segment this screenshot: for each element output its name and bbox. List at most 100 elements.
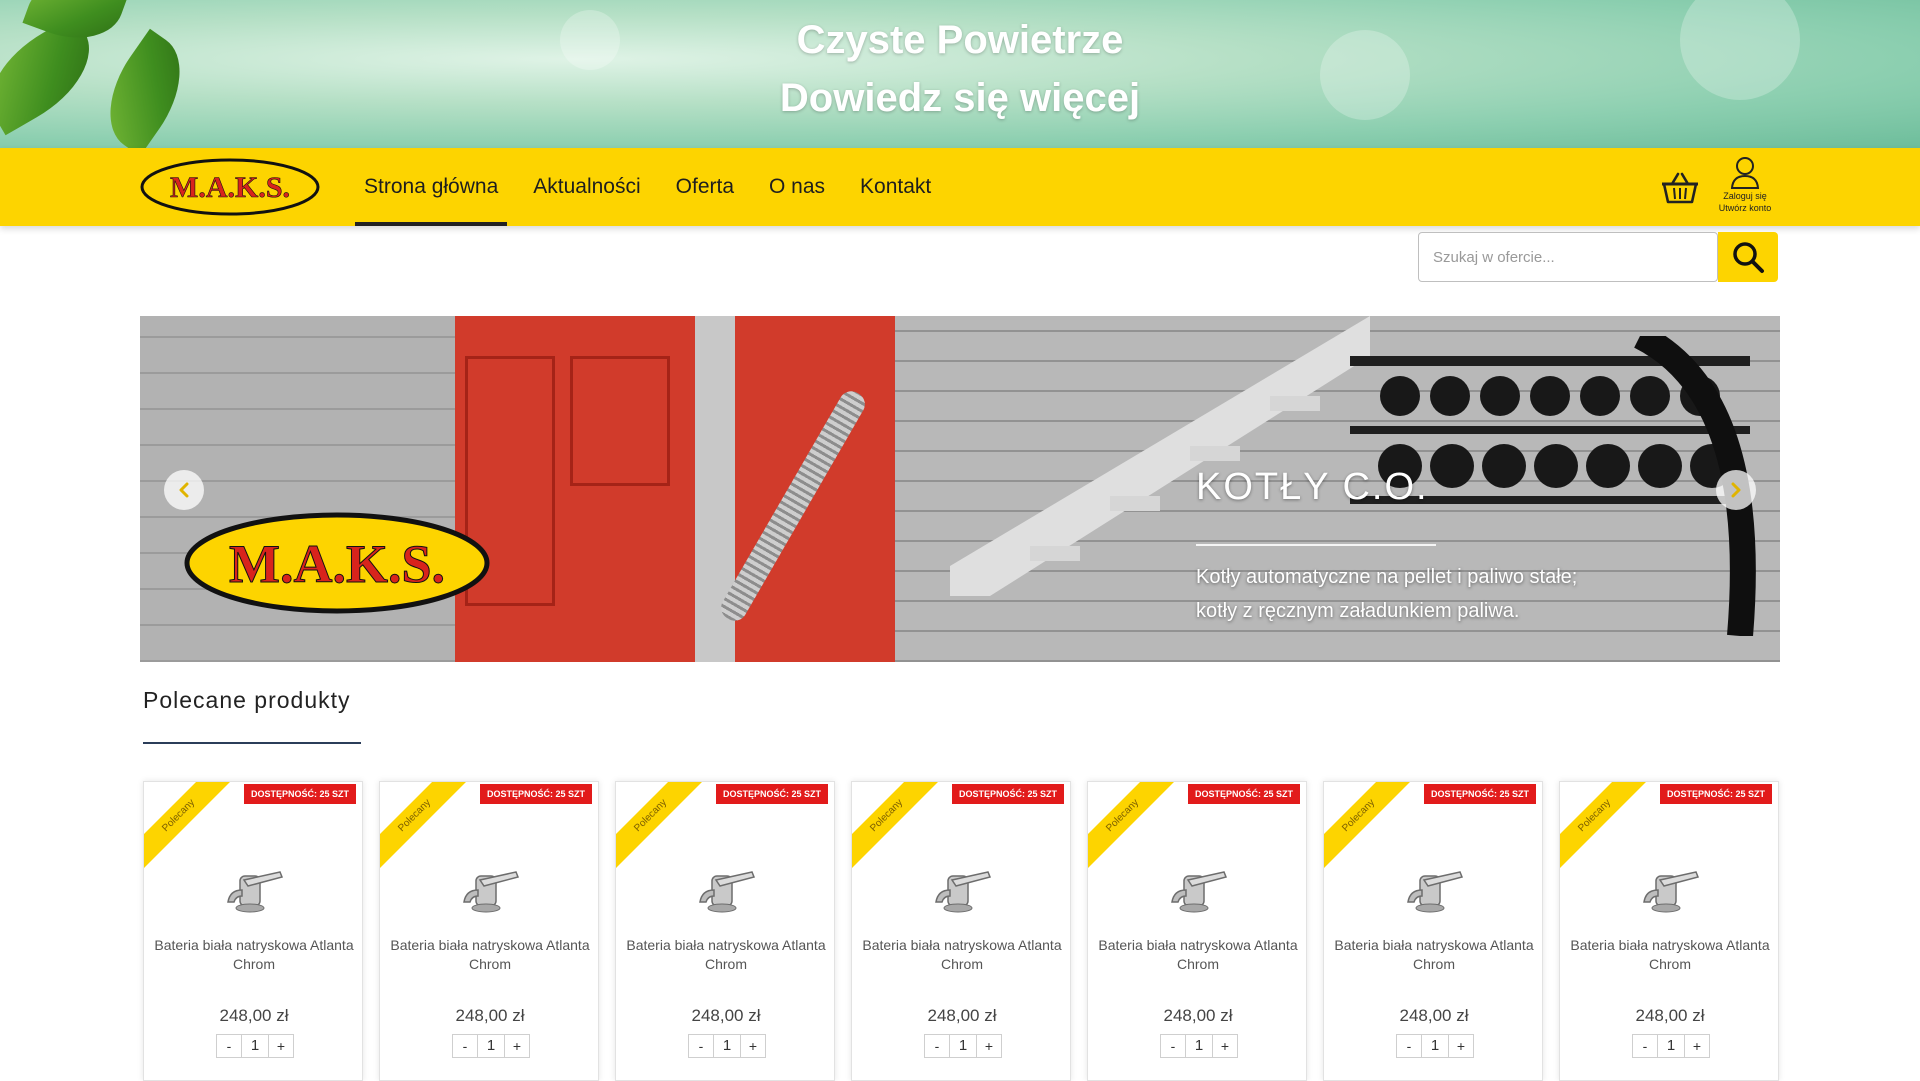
stock-badge: DOSTĘPNOŚĆ: 25 SZT bbox=[479, 784, 592, 804]
faucet-icon bbox=[1407, 871, 1464, 913]
product-name[interactable]: Bateria biała natryskowa Atlanta Chrom bbox=[1570, 936, 1770, 974]
account-menu[interactable]: Zaloguj się Utwórz konto bbox=[1710, 156, 1780, 220]
nav-label: Aktualności bbox=[533, 175, 641, 198]
qty-input[interactable]: 1 bbox=[478, 1034, 504, 1058]
product-image[interactable] bbox=[222, 868, 286, 916]
maks-hero-logo: M.A.K.S. bbox=[184, 512, 490, 614]
stock-badge: DOSTĘPNOŚĆ: 25 SZT bbox=[1187, 784, 1300, 804]
stock-badge: DOSTĘPNOŚĆ: 25 SZT bbox=[951, 784, 1064, 804]
qty-minus-button[interactable]: - bbox=[1396, 1034, 1422, 1058]
product-image[interactable] bbox=[458, 868, 522, 916]
qty-minus-button[interactable]: - bbox=[1160, 1034, 1186, 1058]
product-card[interactable]: Polecany DOSTĘPNOŚĆ: 25 SZT Bateria biała … bbox=[143, 781, 363, 1081]
product-price: 248,00 zł bbox=[1399, 1006, 1469, 1025]
nav-item-home[interactable]: Strona główna bbox=[355, 148, 508, 226]
product-price: 248,00 zł bbox=[455, 1006, 525, 1025]
login-link[interactable]: Zaloguj się bbox=[1710, 190, 1780, 202]
qty-minus-button[interactable]: - bbox=[1632, 1034, 1658, 1058]
user-icon bbox=[1730, 157, 1760, 189]
product-image[interactable] bbox=[694, 868, 758, 916]
hero-logo-text: M.A.K.S. bbox=[229, 534, 445, 594]
qty-plus-button[interactable]: + bbox=[1684, 1034, 1710, 1058]
product-card[interactable]: Polecany DOSTĘPNOŚĆ: 25 SZT Bateria biała … bbox=[1559, 781, 1779, 1081]
section-divider bbox=[143, 742, 361, 744]
shopping-basket-icon[interactable] bbox=[1660, 170, 1700, 206]
stock-badge: DOSTĘPNOŚĆ: 25 SZT bbox=[1659, 784, 1772, 804]
qty-plus-button[interactable]: + bbox=[504, 1034, 530, 1058]
search-input[interactable] bbox=[1418, 232, 1718, 282]
register-link[interactable]: Utwórz konto bbox=[1710, 202, 1780, 214]
faucet-icon bbox=[227, 871, 284, 913]
qty-plus-button[interactable]: + bbox=[740, 1034, 766, 1058]
nav-label: O nas bbox=[769, 175, 826, 198]
quantity-stepper: -1 + bbox=[924, 1034, 1002, 1058]
maks-logo[interactable]: M.A.K.S. bbox=[140, 158, 320, 216]
product-price: 248,00 zł bbox=[1635, 1006, 1705, 1025]
qty-input[interactable]: 1 bbox=[950, 1034, 976, 1058]
qty-minus-button[interactable]: - bbox=[452, 1034, 478, 1058]
product-name[interactable]: Bateria biała natryskowa Atlanta Chrom bbox=[1098, 936, 1298, 974]
qty-input[interactable]: 1 bbox=[242, 1034, 268, 1058]
qty-minus-button[interactable]: - bbox=[216, 1034, 242, 1058]
nav-label: Kontakt bbox=[860, 175, 932, 198]
product-name[interactable]: Bateria biała natryskowa Atlanta Chrom bbox=[862, 936, 1062, 974]
product-list: Polecany DOSTĘPNOŚĆ: 25 SZT Bateria biała … bbox=[143, 781, 1783, 1081]
product-name[interactable]: Bateria biała natryskowa Atlanta Chrom bbox=[390, 936, 590, 974]
promo-banner[interactable]: Czyste Powietrze Dowiedz się więcej bbox=[0, 0, 1920, 148]
faucet-icon bbox=[935, 871, 992, 913]
main-nav: Strona główna Aktualności Oferta O nas K… bbox=[355, 148, 957, 226]
search-button[interactable] bbox=[1718, 232, 1778, 282]
section-title: Polecane produkty bbox=[143, 687, 351, 713]
hero-title: KOTŁY C.O. bbox=[1196, 466, 1429, 508]
qty-input[interactable]: 1 bbox=[1422, 1034, 1448, 1058]
recommended-badge: Polecany bbox=[380, 782, 470, 871]
promo-title: Czyste Powietrze bbox=[796, 18, 1124, 62]
hero-desc-line: Kotły automatyczne na pellet i paliwo st… bbox=[1196, 566, 1578, 588]
recommended-badge: Polecany bbox=[616, 782, 706, 871]
faucet-icon bbox=[1171, 871, 1228, 913]
stock-badge: DOSTĘPNOŚĆ: 25 SZT bbox=[243, 784, 356, 804]
nav-item-news[interactable]: Aktualności bbox=[524, 148, 649, 226]
product-name[interactable]: Bateria biała natryskowa Atlanta Chrom bbox=[154, 936, 354, 974]
product-price: 248,00 zł bbox=[927, 1006, 997, 1025]
product-card[interactable]: Polecany DOSTĘPNOŚĆ: 25 SZT Bateria biała … bbox=[1087, 781, 1307, 1081]
product-image[interactable] bbox=[930, 868, 994, 916]
recommended-badge: Polecany bbox=[144, 782, 234, 871]
qty-plus-button[interactable]: + bbox=[268, 1034, 294, 1058]
logo-text: M.A.K.S. bbox=[170, 171, 290, 204]
nav-label: Strona główna bbox=[364, 175, 499, 198]
quantity-stepper: -1 + bbox=[1632, 1034, 1710, 1058]
quantity-stepper: -1 + bbox=[452, 1034, 530, 1058]
product-name[interactable]: Bateria biała natryskowa Atlanta Chrom bbox=[626, 936, 826, 974]
product-card[interactable]: Polecany DOSTĘPNOŚĆ: 25 SZT Bateria biała … bbox=[1323, 781, 1543, 1081]
stock-badge: DOSTĘPNOŚĆ: 25 SZT bbox=[1423, 784, 1536, 804]
product-price: 248,00 zł bbox=[691, 1006, 761, 1025]
slider-next-button[interactable] bbox=[1716, 470, 1756, 510]
nav-label: Oferta bbox=[675, 175, 735, 198]
qty-input[interactable]: 1 bbox=[1186, 1034, 1212, 1058]
slider-prev-button[interactable] bbox=[164, 470, 204, 510]
hero-slider: M.A.K.S. KOTŁY C.O. Kotły automatyczne n… bbox=[140, 316, 1780, 662]
qty-minus-button[interactable]: - bbox=[924, 1034, 950, 1058]
qty-input[interactable]: 1 bbox=[1658, 1034, 1684, 1058]
product-image[interactable] bbox=[1166, 868, 1230, 916]
recommended-badge: Polecany bbox=[1088, 782, 1178, 871]
quantity-stepper: -1 + bbox=[688, 1034, 766, 1058]
qty-input[interactable]: 1 bbox=[714, 1034, 740, 1058]
nav-item-about[interactable]: O nas bbox=[760, 148, 834, 226]
product-card[interactable]: Polecany DOSTĘPNOŚĆ: 25 SZT Bateria biała … bbox=[615, 781, 835, 1081]
product-card[interactable]: Polecany DOSTĘPNOŚĆ: 25 SZT Bateria biała … bbox=[379, 781, 599, 1081]
product-image[interactable] bbox=[1638, 868, 1702, 916]
promo-link[interactable]: Dowiedz się więcej bbox=[0, 76, 1920, 121]
qty-minus-button[interactable]: - bbox=[688, 1034, 714, 1058]
nav-item-contact[interactable]: Kontakt bbox=[851, 148, 940, 226]
product-card[interactable]: Polecany DOSTĘPNOŚĆ: 25 SZT Bateria biała … bbox=[851, 781, 1071, 1081]
hero-desc-line: kotły z ręcznym załadunkiem paliwa. bbox=[1196, 600, 1520, 622]
product-image[interactable] bbox=[1402, 868, 1466, 916]
magnifier-icon bbox=[1733, 242, 1764, 273]
qty-plus-button[interactable]: + bbox=[976, 1034, 1002, 1058]
qty-plus-button[interactable]: + bbox=[1448, 1034, 1474, 1058]
qty-plus-button[interactable]: + bbox=[1212, 1034, 1238, 1058]
product-name[interactable]: Bateria biała natryskowa Atlanta Chrom bbox=[1334, 936, 1534, 974]
nav-item-offer[interactable]: Oferta bbox=[667, 148, 743, 226]
